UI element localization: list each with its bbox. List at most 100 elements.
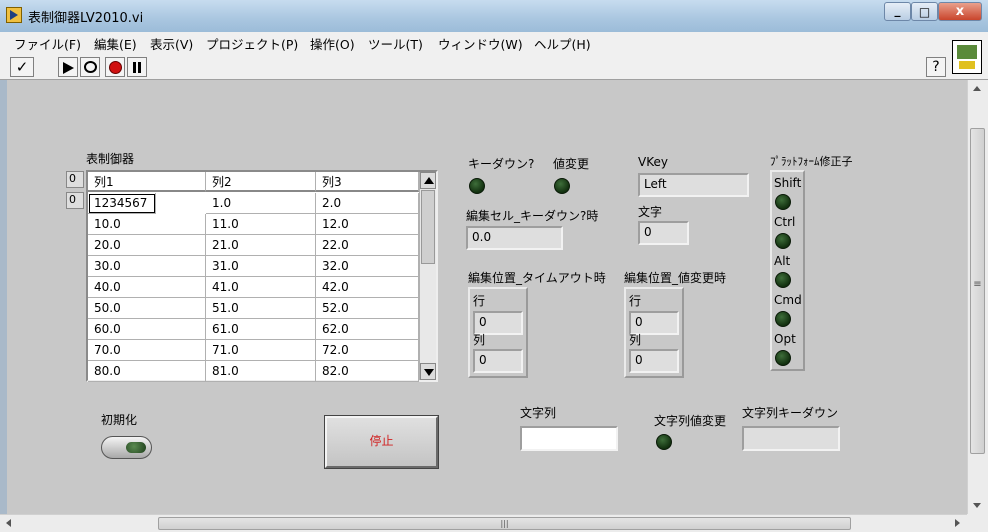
char-indicator: 0 xyxy=(638,221,689,245)
scroll-down-icon xyxy=(973,503,981,508)
table-cell[interactable]: 2.0 xyxy=(316,193,419,214)
window-title: 表制御器LV2010.vi xyxy=(28,11,144,26)
string-keydown-label: 文字列キーダウン xyxy=(742,406,839,420)
run-continuous-icon xyxy=(84,61,97,73)
edit-pos-timeout-label: 編集位置_タイムアウト時 xyxy=(468,271,606,285)
table-cell[interactable]: 32.0 xyxy=(316,256,419,277)
alt-led xyxy=(775,272,791,288)
char-label: 文字 xyxy=(638,205,663,219)
table-scrollbar[interactable] xyxy=(419,172,436,380)
table-cell[interactable]: 11.0 xyxy=(206,214,316,235)
panel-vscroll-thumb[interactable]: ≡ xyxy=(970,128,985,454)
table-scroll-up[interactable] xyxy=(420,172,436,189)
keydown-led[interactable] xyxy=(469,178,485,194)
abort-button[interactable] xyxy=(105,57,125,77)
close-button[interactable]: x xyxy=(938,2,982,21)
toolbar xyxy=(0,54,988,80)
check-button[interactable]: ✓ xyxy=(10,57,34,77)
edit-pos-timeout-col: 0 xyxy=(473,349,523,373)
cmd-led xyxy=(775,311,791,327)
table-cell[interactable]: 61.0 xyxy=(206,319,316,340)
maximize-button[interactable]: □ xyxy=(911,2,938,21)
table-control[interactable]: 列1 列2 列3 1234567 1.0 2.0 10.0 11.0 12.0 20.0 21.0 2… xyxy=(86,170,438,382)
table-column-header: 列3 xyxy=(316,172,419,192)
table-cell[interactable]: 12.0 xyxy=(316,214,419,235)
table-scroll-thumb[interactable] xyxy=(421,190,435,264)
table-cell[interactable]: 60.0 xyxy=(88,319,206,340)
menu-operate[interactable]: 操作(O) xyxy=(310,34,355,53)
cmd-label: Cmd xyxy=(774,293,802,307)
table-cell[interactable]: 30.0 xyxy=(88,256,206,277)
table-scroll-down[interactable] xyxy=(420,363,436,380)
edit-pos-valchange-label: 編集位置_値変更時 xyxy=(624,271,727,285)
edit-cell-keydown-indicator: 0.0 xyxy=(466,226,563,250)
table-cell[interactable]: 22.0 xyxy=(316,235,419,256)
keydown-label: キーダウン? xyxy=(468,157,535,171)
string-label: 文字列 xyxy=(520,406,557,420)
string-value-change-led xyxy=(656,434,672,450)
column-index[interactable]: 0 xyxy=(66,192,84,209)
vi-connector-arrow xyxy=(959,61,975,69)
scroll-corner xyxy=(967,514,988,532)
table-cell[interactable]: 62.0 xyxy=(316,319,419,340)
scroll-up-icon xyxy=(973,86,981,91)
table-column-header: 列1 xyxy=(88,172,206,192)
table-cell[interactable]: 41.0 xyxy=(206,277,316,298)
vkey-indicator: Left xyxy=(638,173,749,197)
arrow-down-icon xyxy=(424,369,434,376)
table-cell[interactable]: 10.0 xyxy=(88,214,206,235)
edit-cell-keydown-label: 編集セル_キーダウン?時 xyxy=(466,209,599,223)
edit-pos-valchange-row-label: 行 xyxy=(629,294,642,308)
table-cell[interactable]: 1.0 xyxy=(206,193,316,214)
menu-file[interactable]: ファイル(F) xyxy=(14,34,81,53)
table-cell[interactable]: 52.0 xyxy=(316,298,419,319)
menu-tools[interactable]: ツール(T) xyxy=(368,34,423,53)
table-cell[interactable]: 81.0 xyxy=(206,361,316,382)
stop-button[interactable]: 停止 xyxy=(324,415,439,469)
menu-project[interactable]: プロジェクト(P) xyxy=(206,34,298,53)
panel-hscroll-thumb[interactable]: ||| xyxy=(158,517,851,530)
pause-icon-bar xyxy=(138,62,141,73)
table-cell[interactable]: 42.0 xyxy=(316,277,419,298)
menu-window[interactable]: ウィンドウ(W) xyxy=(438,34,523,53)
table-cell-editing[interactable]: 1234567 xyxy=(88,193,156,214)
table-cell[interactable]: 70.0 xyxy=(88,340,206,361)
row-index[interactable]: 0 xyxy=(66,171,84,188)
table-cell[interactable]: 20.0 xyxy=(88,235,206,256)
table-label: 表制御器 xyxy=(86,152,135,166)
table-cell[interactable]: 51.0 xyxy=(206,298,316,319)
init-label: 初期化 xyxy=(101,413,138,427)
arrow-up-icon xyxy=(424,177,434,184)
panel-horizontal-scrollbar[interactable]: ||| xyxy=(0,514,967,532)
scroll-right-icon xyxy=(955,519,960,527)
pause-button[interactable] xyxy=(127,57,147,77)
run-continuous-button[interactable] xyxy=(80,57,100,77)
platform-label: ﾌﾟﾗｯﾄﾌｫｰﾑ修正子 xyxy=(770,155,853,168)
edit-pos-valchange-col: 0 xyxy=(629,349,679,373)
table-cell[interactable]: 72.0 xyxy=(316,340,419,361)
help-button[interactable]: ? xyxy=(926,57,946,77)
panel-vertical-scrollbar[interactable]: ≡ xyxy=(967,80,988,514)
run-arrow-icon xyxy=(63,62,74,74)
init-toggle-switch[interactable] xyxy=(101,436,152,459)
menu-edit[interactable]: 編集(E) xyxy=(94,34,137,53)
vkey-label: VKey xyxy=(638,155,668,169)
table-cell[interactable]: 21.0 xyxy=(206,235,316,256)
run-arrow-button[interactable] xyxy=(58,57,78,77)
title-bar[interactable] xyxy=(0,0,988,32)
table-cell[interactable]: 50.0 xyxy=(88,298,206,319)
edit-pos-timeout-col-label: 列 xyxy=(473,333,486,347)
menu-view[interactable]: 表示(V) xyxy=(150,34,193,53)
table-cell[interactable]: 80.0 xyxy=(88,361,206,382)
table-cell[interactable]: 40.0 xyxy=(88,277,206,298)
table-cell[interactable]: 71.0 xyxy=(206,340,316,361)
table-cell[interactable]: 82.0 xyxy=(316,361,419,382)
table-cell[interactable]: 31.0 xyxy=(206,256,316,277)
menu-help[interactable]: ヘルプ(H) xyxy=(534,34,591,53)
edit-pos-timeout-row-label: 行 xyxy=(473,294,486,308)
string-input[interactable] xyxy=(520,426,618,451)
minimize-button[interactable]: _ xyxy=(884,2,911,21)
opt-led xyxy=(775,350,791,366)
shift-label: Shift xyxy=(774,176,802,190)
value-change-led[interactable] xyxy=(554,178,570,194)
